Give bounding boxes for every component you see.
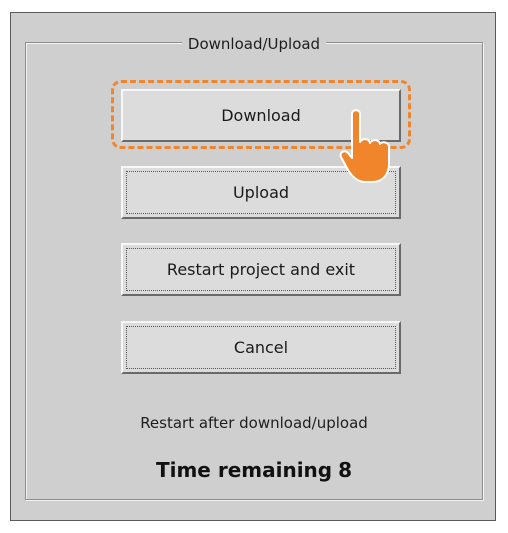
download-button-label: Download <box>221 106 301 125</box>
group-title: Download/Upload <box>25 35 483 53</box>
restart-button-label: Restart project and exit <box>166 260 356 279</box>
group-title-text: Download/Upload <box>181 35 327 53</box>
upload-button[interactable]: Upload <box>121 166 401 219</box>
restart-info-text: Restart after download/upload <box>140 414 368 432</box>
time-remaining-value: 8 <box>338 458 353 482</box>
cancel-button-label: Cancel <box>233 338 289 357</box>
download-button[interactable]: Download <box>121 89 401 142</box>
upload-button-label: Upload <box>232 183 290 202</box>
time-remaining: Time remaining 8 <box>25 458 483 482</box>
time-remaining-label: Time remaining <box>155 458 333 482</box>
restart-project-and-exit-button[interactable]: Restart project and exit <box>121 243 401 296</box>
cancel-button[interactable]: Cancel <box>121 321 401 374</box>
